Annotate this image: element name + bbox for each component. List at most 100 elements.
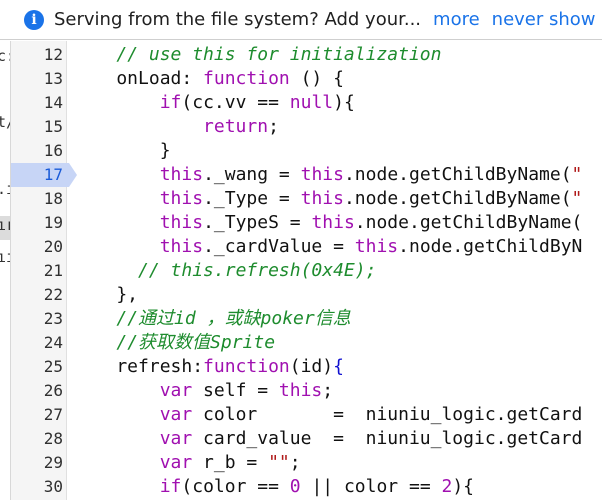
code-token: (id) [289, 356, 334, 377]
code-line[interactable]: this._wang = this.node.getChildByName(" [73, 163, 583, 187]
code-token: .node.getChildByName( [354, 212, 583, 233]
code-token: () { [289, 68, 344, 89]
info-message: Serving from the file system? Add your..… [54, 9, 422, 30]
code-token: 2 [441, 476, 453, 497]
code-token: function [203, 356, 290, 377]
code-token: this [300, 164, 344, 185]
code-line[interactable]: this._cardValue = this.node.getChildByN [73, 235, 583, 259]
line-number[interactable]: 27 [11, 403, 69, 427]
code-token: this [159, 236, 204, 257]
line-number[interactable]: 12 [11, 43, 69, 67]
more-link[interactable]: more [433, 9, 480, 30]
code-token: refresh: [73, 356, 204, 377]
line-number[interactable]: 14 [11, 91, 69, 115]
code-token: ._TypeS = [203, 212, 312, 233]
file-tree-fragment[interactable]: ııs [0, 248, 10, 266]
code-token: // this.refresh(0x4E); [138, 260, 377, 281]
never-show-link[interactable]: never show [492, 9, 596, 30]
code-token: .node.getChildByName( [343, 188, 572, 209]
code-token: this [159, 188, 204, 209]
code-token: var [159, 404, 193, 425]
code-token: var [159, 380, 193, 401]
code-line[interactable]: var self = this; [73, 379, 333, 403]
code-line[interactable]: if(cc.vv == null){ [73, 91, 355, 115]
code-token: onLoad: [73, 68, 204, 89]
code-token: this [311, 212, 355, 233]
code-line[interactable]: } [73, 139, 171, 163]
info-icon: i [24, 9, 44, 30]
code-token: this [300, 188, 344, 209]
code-token: this [159, 212, 204, 233]
code-line[interactable]: if(color == 0 || color == 2){ [73, 475, 474, 499]
line-number[interactable]: 30 [11, 475, 69, 499]
code-token: .node.getChildByName( [343, 164, 572, 185]
code-token: { [333, 356, 344, 377]
code-token: r_b = [192, 452, 269, 473]
code-line[interactable]: var card_value = niuniu_logic.getCard [73, 427, 583, 451]
line-number[interactable]: 26 [11, 379, 69, 403]
code-line[interactable]: var r_b = ""; [73, 451, 301, 475]
code-line[interactable]: // use this for initialization [73, 43, 441, 67]
code-line[interactable]: //获取数值Sprite [73, 331, 275, 355]
line-number[interactable]: 19 [11, 211, 69, 235]
line-number[interactable]: 23 [11, 307, 69, 331]
code-editor[interactable]: // use this for initialization onLoad: f… [73, 41, 602, 500]
file-tree-fragment[interactable]: ır [0, 216, 10, 234]
line-number[interactable]: 22 [11, 283, 69, 307]
line-number[interactable]: 25 [11, 355, 69, 379]
line-number[interactable]: 16 [11, 139, 69, 163]
code-line[interactable]: //通过id ，或缺poker信息 [73, 307, 350, 331]
code-token: function [203, 68, 290, 89]
file-tree-fragment[interactable]: c: [0, 47, 10, 65]
line-number[interactable]: 20 [11, 235, 69, 259]
code-line[interactable]: onLoad: function () { [73, 67, 344, 91]
code-token: self = [192, 380, 279, 401]
code-token: (color == [181, 476, 290, 497]
code-token: ._Type = [203, 188, 301, 209]
code-token: var [159, 452, 193, 473]
code-line[interactable]: }, [73, 283, 138, 307]
line-number[interactable]: 21 [11, 259, 69, 283]
code-token: " [571, 188, 583, 209]
line-number[interactable]: 28 [11, 427, 69, 451]
line-number[interactable]: 29 [11, 451, 69, 475]
code-token: null [289, 92, 334, 113]
code-line[interactable]: refresh:function(id){ [73, 355, 344, 379]
code-token: card_value = niuniu_logic.getCard [192, 428, 583, 449]
info-bar: i Serving from the file system? Add your… [0, 0, 602, 40]
file-tree-fragment[interactable]: .i [0, 180, 10, 198]
code-token: ; [322, 380, 334, 401]
code-token: if [159, 476, 182, 497]
code-token: }, [73, 284, 139, 305]
code-token: // use this for initialization [116, 44, 442, 65]
code-line[interactable]: // this.refresh(0x4E); [73, 259, 376, 283]
code-line[interactable]: this._Type = this.node.getChildByName(" [73, 187, 583, 211]
code-token: ._wang = [203, 164, 301, 185]
code-line[interactable]: return; [73, 115, 279, 139]
code-token: (cc.vv == [181, 92, 290, 113]
line-number[interactable]: 17 [11, 163, 77, 187]
code-line[interactable]: var color = niuniu_logic.getCard [73, 403, 583, 427]
line-number[interactable]: 15 [11, 115, 69, 139]
code-token: //获取数值Sprite [116, 332, 276, 353]
code-line[interactable]: this._TypeS = this.node.getChildByName( [73, 211, 583, 235]
line-number[interactable]: 13 [11, 67, 69, 91]
code-token: this [159, 164, 204, 185]
line-number[interactable]: 24 [11, 331, 69, 355]
line-number[interactable]: 18 [11, 187, 69, 211]
file-tree-pane[interactable]: c: t/ .i ır ııs [0, 41, 11, 500]
line-number-gutter[interactable]: 12 13 14 15 16 17 18 19 20 21 22 23 24 25 26 27 28 29 30 [11, 41, 77, 500]
file-tree-fragment[interactable]: t/ [0, 113, 10, 131]
